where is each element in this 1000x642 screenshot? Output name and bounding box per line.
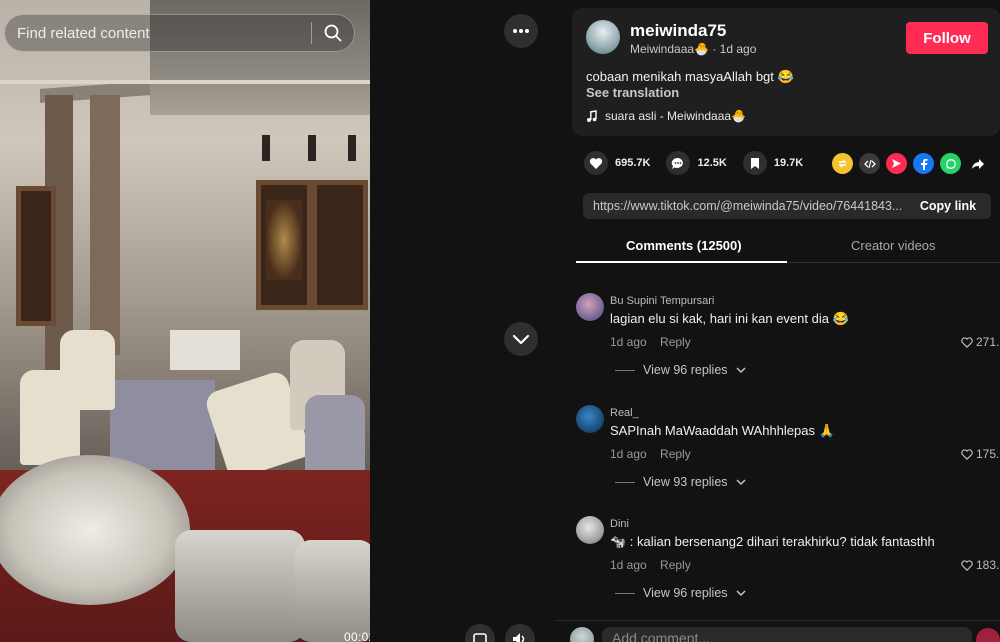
comment-meta: 1d ago Reply xyxy=(610,558,691,572)
comment-bubble-icon xyxy=(666,151,691,175)
add-comment-input[interactable] xyxy=(612,630,892,642)
tab-creator-videos[interactable]: Creator videos xyxy=(851,238,936,253)
video-side-column xyxy=(370,0,556,642)
chevron-down-icon xyxy=(512,334,530,345)
more-options-button[interactable] xyxy=(504,14,538,48)
comment-like-button[interactable]: 175.2 xyxy=(961,447,1000,461)
comment-tabs: Comments (12500) Creator videos xyxy=(576,232,1000,263)
share-buttons xyxy=(832,153,988,174)
comment-like-button[interactable]: 183.3 xyxy=(961,558,1000,572)
embed-icon[interactable] xyxy=(859,153,880,174)
save-count: 19.7K xyxy=(773,157,804,169)
comment-text: SAPInah MaWaaddah WAhhhlepas 🙏 xyxy=(610,423,835,438)
music-title[interactable]: suara asli - Meiwindaaa🐣 xyxy=(605,109,746,123)
music-note-icon xyxy=(587,109,597,122)
commenter-avatar[interactable] xyxy=(576,293,604,321)
comment-time: 1d ago xyxy=(610,558,647,572)
author-username[interactable]: meiwinda75 xyxy=(630,21,726,41)
comment-time: 1d ago xyxy=(610,447,647,461)
commenter-name[interactable]: Dini xyxy=(610,518,629,530)
chevron-down-icon xyxy=(736,589,746,596)
search-bar[interactable] xyxy=(4,14,355,52)
active-tab-indicator xyxy=(576,261,787,263)
search-button[interactable] xyxy=(312,15,354,51)
share-arrow-icon[interactable] xyxy=(967,153,988,174)
heart-outline-icon xyxy=(961,336,973,348)
add-comment-field[interactable] xyxy=(602,627,972,642)
music-row[interactable]: suara asli - Meiwindaaa🐣 xyxy=(586,109,746,123)
bookmark-icon xyxy=(742,151,767,175)
search-icon xyxy=(324,24,342,42)
view-replies-label: View 96 replies xyxy=(643,586,728,600)
comment-like-count: 175.2 xyxy=(976,447,1000,461)
author-nickname[interactable]: Meiwindaaa🐣 xyxy=(630,42,709,56)
video-link-url[interactable]: https://www.tiktok.com/@meiwinda75/video… xyxy=(593,199,905,213)
heart-outline-icon xyxy=(961,448,973,460)
comment-stat[interactable]: 12.5K xyxy=(666,151,727,175)
details-panel: meiwinda75 Meiwindaaa🐣 · 1d ago Follow c… xyxy=(556,0,1000,642)
view-replies-label: View 93 replies xyxy=(643,475,728,489)
follow-button[interactable]: Follow xyxy=(906,22,988,54)
engagement-stats: 695.7K 12.5K 19.7K xyxy=(584,151,819,175)
send-icon[interactable] xyxy=(886,153,907,174)
reply-button[interactable]: Reply xyxy=(660,335,691,349)
meta-separator: · xyxy=(712,42,720,56)
pip-icon xyxy=(473,633,487,642)
comment-text: lagian elu si kak, hari ini kan event di… xyxy=(610,311,849,326)
more-dots-icon xyxy=(513,29,529,33)
post-comment-button[interactable] xyxy=(976,628,1000,642)
video-time-readout: 00:02/00:14 xyxy=(344,630,370,642)
video-info-card: meiwinda75 Meiwindaaa🐣 · 1d ago Follow c… xyxy=(572,8,1000,136)
commenter-avatar[interactable] xyxy=(576,405,604,433)
current-user-avatar xyxy=(570,627,594,642)
video-caption: cobaan menikah masyaAllah bgt 😂 xyxy=(586,69,794,84)
whatsapp-icon[interactable] xyxy=(940,153,961,174)
video-player[interactable]: 00:02/00:14 xyxy=(0,0,370,642)
view-replies-button[interactable]: View 96 replies xyxy=(615,586,746,600)
tab-comments[interactable]: Comments (12500) xyxy=(626,238,742,253)
author-avatar[interactable] xyxy=(586,20,620,54)
save-stat[interactable]: 19.7K xyxy=(742,151,804,175)
reply-button[interactable]: Reply xyxy=(660,558,691,572)
post-time: 1d ago xyxy=(719,42,757,56)
commenter-avatar[interactable] xyxy=(576,516,604,544)
reply-button[interactable]: Reply xyxy=(660,447,691,461)
comment-like-count: 183.3 xyxy=(976,558,1000,572)
heart-outline-icon xyxy=(961,559,973,571)
view-replies-label: View 96 replies xyxy=(643,363,728,377)
like-stat[interactable]: 695.7K xyxy=(584,151,650,175)
commenter-name[interactable]: Bu Supini Tempursari xyxy=(610,295,714,307)
tiktok-video-page: 00:02/00:14 meiwinda75 Meiwindaaa🐣 · xyxy=(0,0,1000,642)
copy-link-button[interactable]: Copy link xyxy=(905,193,991,219)
chevron-down-icon xyxy=(736,366,746,373)
comment-count: 12.5K xyxy=(697,157,727,169)
commenter-name[interactable]: Real_ xyxy=(610,407,639,419)
view-replies-button[interactable]: View 96 replies xyxy=(615,363,746,377)
comment-text: 🐄 : kalian bersenang2 dihari terakhirku?… xyxy=(610,534,935,549)
chevron-down-icon xyxy=(736,478,746,485)
video-link-box: https://www.tiktok.com/@meiwinda75/video… xyxy=(583,193,991,219)
see-translation-link[interactable]: See translation xyxy=(586,85,679,100)
repost-icon[interactable] xyxy=(832,153,853,174)
author-meta: Meiwindaaa🐣 · 1d ago xyxy=(630,42,756,56)
comment-meta: 1d ago Reply xyxy=(610,447,691,461)
comment-meta: 1d ago Reply xyxy=(610,335,691,349)
volume-icon xyxy=(513,633,525,642)
search-input[interactable] xyxy=(5,15,311,51)
next-video-button[interactable] xyxy=(504,322,538,356)
like-count: 695.7K xyxy=(615,157,651,169)
view-replies-button[interactable]: View 93 replies xyxy=(615,475,746,489)
add-comment-bar xyxy=(556,620,1000,642)
comment-like-count: 271.7 xyxy=(976,335,1000,349)
comment-time: 1d ago xyxy=(610,335,647,349)
facebook-icon[interactable] xyxy=(913,153,934,174)
comment-like-button[interactable]: 271.7 xyxy=(961,335,1000,349)
heart-icon xyxy=(584,151,608,175)
